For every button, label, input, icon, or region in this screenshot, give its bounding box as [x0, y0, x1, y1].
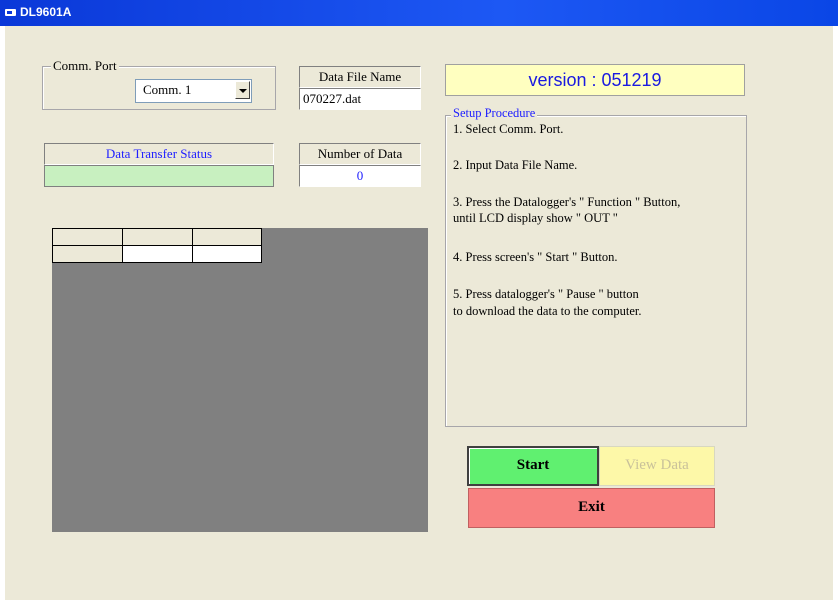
- setup-step: until LCD display show " OUT ": [453, 211, 618, 225]
- exit-button[interactable]: Exit: [468, 488, 715, 528]
- setup-step: 2. Input Data File Name.: [453, 158, 578, 172]
- start-button[interactable]: Start: [467, 446, 599, 486]
- number-of-data-value: 0: [299, 165, 421, 187]
- setup-procedure-legend: Setup Procedure: [451, 106, 538, 121]
- setup-step: 3. Press the Datalogger's " Function " B…: [453, 195, 681, 209]
- grid-data-cell[interactable]: [122, 245, 193, 263]
- data-transfer-status-label: Data Transfer Status: [44, 143, 274, 165]
- setup-step: to download the data to the computer.: [453, 304, 642, 318]
- setup-step: 5. Press datalogger's " Pause " button: [453, 287, 639, 301]
- chevron-down-icon[interactable]: [235, 81, 250, 99]
- data-transfer-status-value: [44, 165, 274, 187]
- data-grid[interactable]: [52, 228, 428, 532]
- setup-step: 4. Press screen's " Start " Button.: [453, 250, 618, 264]
- form-body: Comm. Port Comm. 1 Data File Name 070227…: [5, 26, 833, 600]
- grid-data-cell[interactable]: [192, 245, 262, 263]
- grid-header-cell: [192, 228, 262, 246]
- number-of-data-label: Number of Data: [299, 143, 421, 165]
- setup-step: 1. Select Comm. Port.: [453, 122, 564, 136]
- grid-header-cell: [52, 228, 123, 246]
- comm-port-select[interactable]: Comm. 1: [135, 79, 252, 103]
- data-file-name-input[interactable]: 070227.dat: [299, 88, 421, 110]
- app-window-icon: [5, 9, 16, 16]
- view-data-button[interactable]: View Data: [599, 446, 715, 486]
- comm-port-value: Comm. 1: [143, 82, 192, 97]
- title-bar[interactable]: DL9601A: [0, 0, 838, 26]
- window-title: DL9601A: [20, 5, 72, 19]
- data-file-name-label: Data File Name: [299, 66, 421, 88]
- comm-port-legend: Comm. Port: [51, 58, 119, 74]
- grid-header-cell: [122, 228, 193, 246]
- grid-row-header-cell: [52, 245, 123, 263]
- version-label: version : 051219: [445, 64, 745, 96]
